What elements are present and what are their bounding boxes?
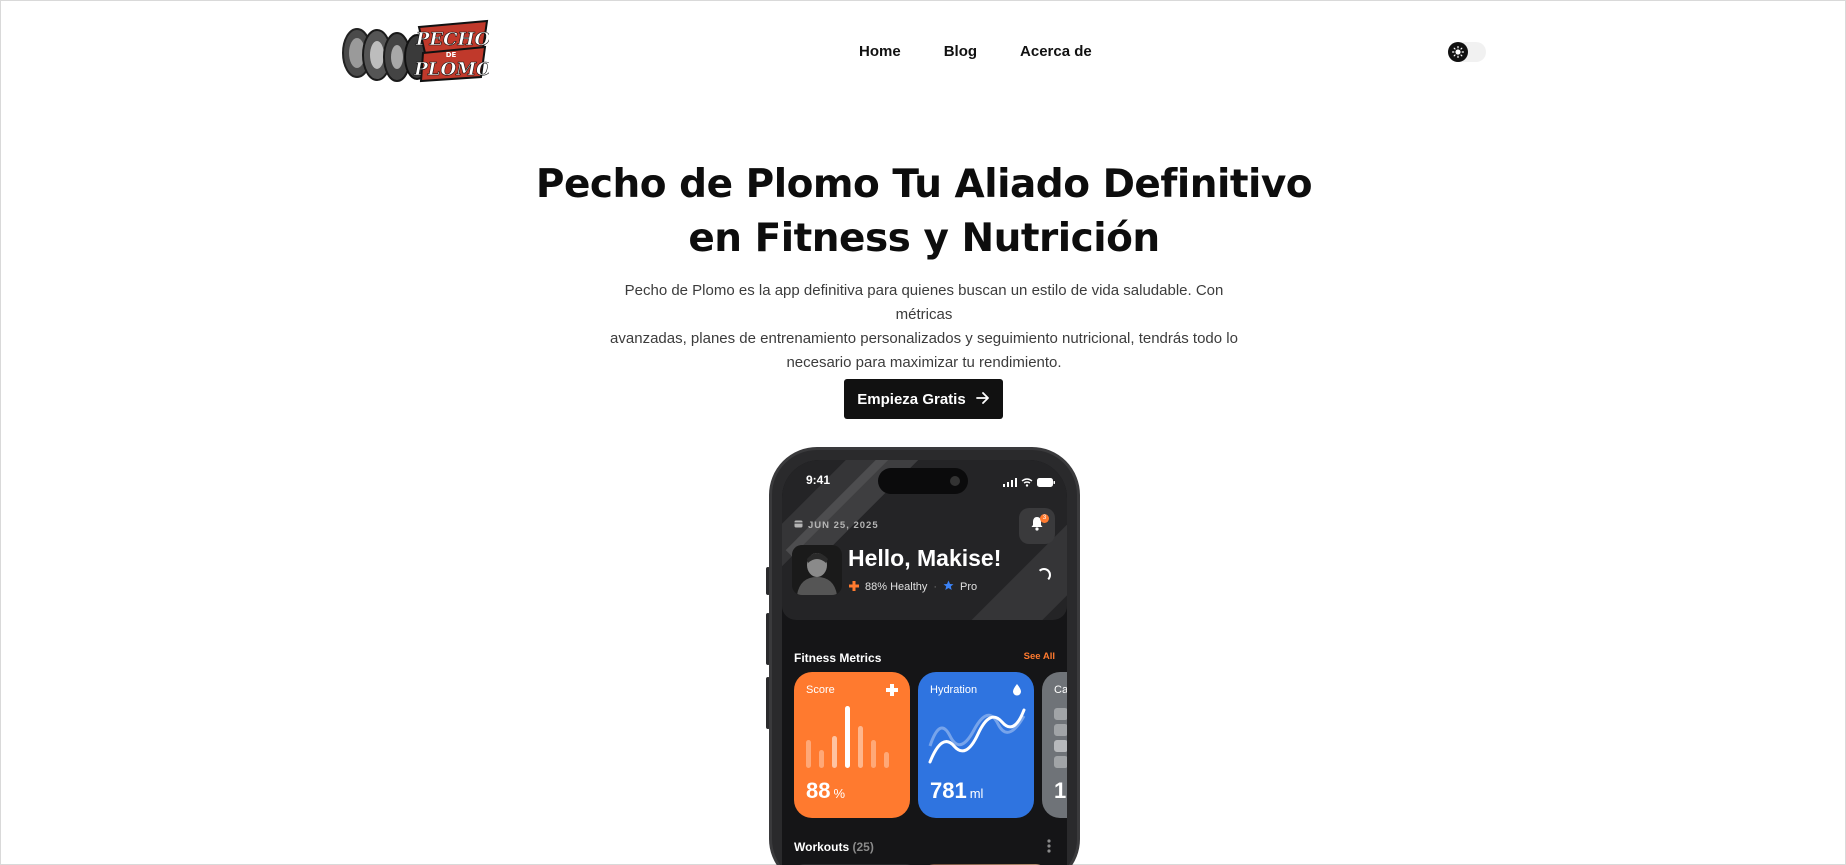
score-bars <box>806 706 889 768</box>
status-time: 9:41 <box>806 473 831 487</box>
calorie-blocks <box>1054 708 1067 768</box>
start-free-label: Empieza Gratis <box>857 390 966 408</box>
card-label: Hydration <box>930 684 978 696</box>
greeting: Hello, Makise! <box>848 545 1002 571</box>
logo-text-plomo: PLOMO <box>413 59 489 80</box>
card-label: Ca <box>1054 684 1067 696</box>
plus-icon <box>886 683 898 701</box>
card-value: 1, <box>1054 778 1067 803</box>
site-header: PECHO DE PLOMO Home Blog Acerca de <box>1 1 1845 101</box>
hero-subtitle-line2: avanzadas, planes de entrenamiento perso… <box>610 330 1238 347</box>
star-icon <box>943 580 954 594</box>
health-plus-icon <box>849 580 859 594</box>
hydration-wave <box>928 708 1026 764</box>
hero-subtitle-line1: Pecho de Plomo es la app definitiva para… <box>624 282 1224 323</box>
logo-text-pecho: PECHO <box>415 29 489 50</box>
fitness-metrics-title: Fitness Metrics <box>794 651 882 665</box>
hero-subtitle: Pecho de Plomo es la app definitiva para… <box>597 279 1251 375</box>
hydration-card[interactable]: Hydration 781 ml <box>918 672 1034 818</box>
card-label: Score <box>806 684 835 696</box>
start-free-button[interactable]: Empieza Gratis <box>844 379 1003 419</box>
wifi-icon <box>1021 474 1033 492</box>
hero-title-line2: en Fitness y Nutrición <box>688 216 1160 261</box>
calories-card[interactable]: Ca 1, <box>1042 672 1067 818</box>
signal-icon <box>1003 474 1017 492</box>
more-vertical-icon[interactable] <box>1047 839 1051 858</box>
calendar-icon <box>794 519 803 531</box>
nav-blog-link[interactable]: Blog <box>944 43 977 60</box>
nav-about-link[interactable]: Acerca de <box>1020 43 1092 60</box>
battery-icon <box>1037 474 1055 492</box>
see-all-link[interactable]: See All <box>1024 651 1055 662</box>
notifications-button[interactable]: 3 <box>1019 508 1055 544</box>
workouts-title: Workouts (25) <box>794 840 874 854</box>
hero-subtitle-line3: necesario para maximizar tu rendimiento. <box>786 354 1062 371</box>
arrow-right-icon <box>975 391 990 408</box>
score-card[interactable]: Score 88% <box>794 672 910 818</box>
hero-title-line1: Pecho de Plomo Tu Aliado Definitivo <box>535 162 1313 207</box>
nav-home-link[interactable]: Home <box>859 43 901 60</box>
phone-screen: 9:41 JUN 25, 2025 3 Hello, Makise! 88% H… <box>782 460 1067 865</box>
pecho-de-plomo-logo[interactable]: PECHO DE PLOMO <box>341 19 492 87</box>
hero-title: Pecho de Plomo Tu Aliado Definitivo en F… <box>474 158 1374 266</box>
theme-toggle[interactable] <box>1448 42 1486 62</box>
main-nav: Home Blog Acerca de <box>859 43 1092 60</box>
date-text: JUN 25, 2025 <box>808 519 879 531</box>
plan-label: Pro <box>960 581 978 593</box>
date-label: JUN 25, 2025 <box>794 519 879 531</box>
status-icons <box>1003 474 1055 492</box>
dynamic-island <box>878 468 968 494</box>
notification-badge: 3 <box>1040 514 1049 523</box>
card-value: 88% <box>806 778 846 803</box>
phone-mockup: 9:41 JUN 25, 2025 3 Hello, Makise! 88% H… <box>769 447 1080 865</box>
water-drop-icon <box>1012 683 1022 701</box>
health-status: 88% Healthy <box>865 581 928 593</box>
loading-spinner-icon <box>1037 568 1051 582</box>
profile-badges: 88% Healthy · Pro <box>849 580 977 594</box>
avatar[interactable] <box>792 545 842 595</box>
logo-text-de: DE <box>446 51 457 59</box>
card-value: 781 ml <box>930 778 984 803</box>
sun-icon <box>1448 42 1468 62</box>
